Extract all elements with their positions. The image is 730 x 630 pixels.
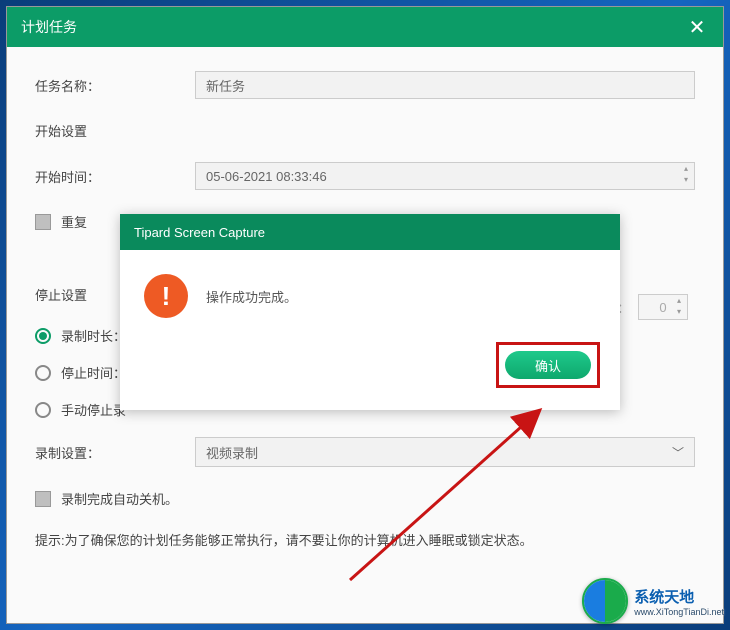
alert-icon: ! <box>144 274 188 318</box>
modal-body: ! 操作成功完成。 <box>120 250 620 342</box>
stop-duration-label: 录制时长： <box>61 326 126 345</box>
loop-value-box[interactable]: 0 ▴ ▾ <box>638 294 688 320</box>
watermark-badge-icon <box>582 578 628 624</box>
watermark-text: 系统天地 www.XiTongTianDi.net <box>634 586 724 617</box>
spinner-down-icon[interactable]: ▾ <box>673 307 685 317</box>
watermark-cn: 系统天地 <box>634 586 724 607</box>
record-settings-row: 录制设置： 视频录制 ﹀ <box>35 437 695 467</box>
start-time-input[interactable] <box>195 162 695 190</box>
titlebar: 计划任务 ✕ <box>7 7 723 47</box>
hint-text: 提示:为了确保您的计划任务能够正常执行，请不要让你的计算机进入睡眠或锁定状态。 <box>35 530 695 549</box>
start-time-row: 开始时间： ▴ ▾ <box>35 162 695 190</box>
start-section-label: 开始设置 <box>35 121 695 140</box>
modal-title: Tipard Screen Capture <box>120 214 620 250</box>
close-icon[interactable]: ✕ <box>685 15 709 40</box>
stop-duration-radio[interactable] <box>35 328 51 344</box>
stop-manual-radio[interactable] <box>35 402 51 418</box>
window-title: 计划任务 <box>21 17 77 37</box>
auto-shutdown-label: 录制完成自动关机。 <box>61 489 178 508</box>
start-time-field: ▴ ▾ <box>195 162 695 190</box>
spinner-up-icon[interactable]: ▴ <box>673 296 685 306</box>
repeat-label: 重复 <box>61 212 87 231</box>
confirm-button[interactable]: 确认 <box>505 351 591 379</box>
confirm-highlight: 确认 <box>496 342 600 388</box>
record-mode-select[interactable]: 视频录制 ﹀ <box>195 437 695 467</box>
loop-value: 0 <box>659 300 666 315</box>
spinner-down-icon[interactable]: ▾ <box>680 175 692 185</box>
spinner-up-icon[interactable]: ▴ <box>680 164 692 174</box>
task-name-label: 任务名称： <box>35 76 195 95</box>
record-settings-label: 录制设置： <box>35 443 195 462</box>
task-name-row: 任务名称： <box>35 71 695 99</box>
loop-spinner: ▴ ▾ <box>673 296 685 317</box>
stop-time-radio[interactable] <box>35 365 51 381</box>
repeat-checkbox[interactable] <box>35 214 51 230</box>
watermark-en: www.XiTongTianDi.net <box>634 607 724 617</box>
success-modal: Tipard Screen Capture ! 操作成功完成。 确认 <box>120 214 620 410</box>
auto-shutdown-checkbox[interactable] <box>35 491 51 507</box>
modal-footer: 确认 <box>120 342 620 404</box>
record-mode-value: 视频录制 <box>206 443 258 462</box>
task-name-input[interactable] <box>195 71 695 99</box>
stop-time-label: 停止时间： <box>61 363 126 382</box>
watermark: 系统天地 www.XiTongTianDi.net <box>582 578 724 624</box>
modal-message: 操作成功完成。 <box>206 287 297 306</box>
chevron-down-icon: ﹀ <box>672 444 684 461</box>
time-spinner: ▴ ▾ <box>680 164 692 185</box>
auto-shutdown-row: 录制完成自动关机。 <box>35 489 695 508</box>
start-time-label: 开始时间： <box>35 167 195 186</box>
stop-manual-label: 手动停止录 <box>61 400 126 419</box>
